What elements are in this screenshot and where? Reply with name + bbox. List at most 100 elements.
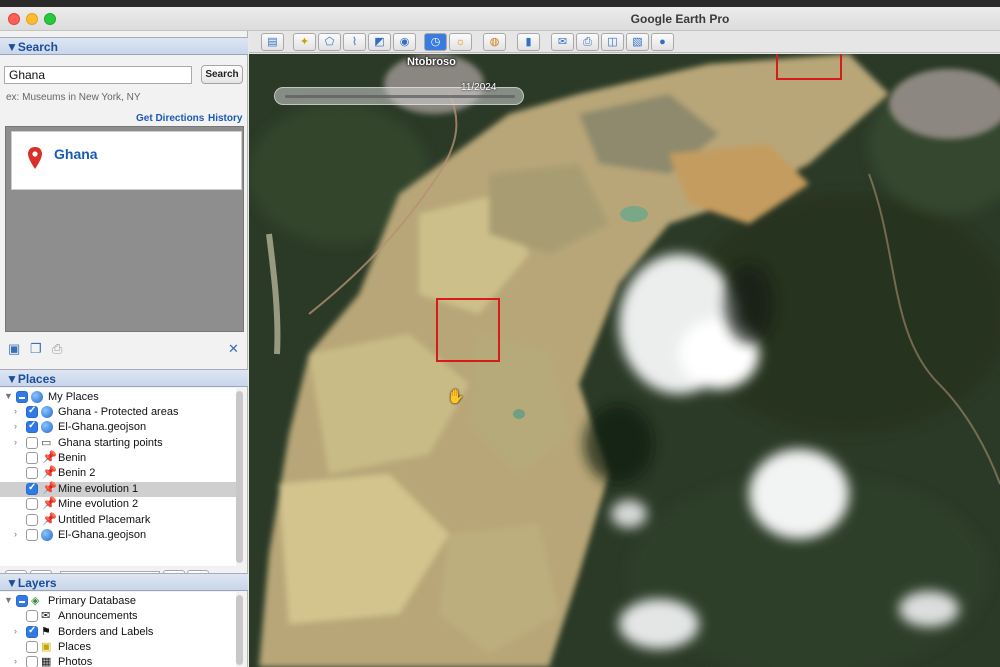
print-icon[interactable]: ⎙ xyxy=(52,341,62,357)
map-view[interactable]: Ntobroso 11/2024 ✋ xyxy=(249,54,1000,667)
red-pin-icon xyxy=(28,147,42,169)
chevron-right-icon[interactable]: › xyxy=(14,437,17,447)
checkbox[interactable] xyxy=(26,405,38,418)
search-results-pane: Ghana xyxy=(5,126,244,332)
tree-row-label: Places xyxy=(58,641,92,653)
search-result-card[interactable]: Ghana xyxy=(11,131,242,190)
checkbox[interactable] xyxy=(26,625,38,638)
title-bar: Google Earth Pro xyxy=(0,7,1000,31)
get-directions-link[interactable]: Get Directions xyxy=(136,113,204,124)
add-placemark-button[interactable]: ✦ xyxy=(293,33,316,51)
checkbox[interactable] xyxy=(26,656,38,667)
search-button[interactable]: Search xyxy=(201,65,243,84)
checkbox[interactable] xyxy=(26,610,38,622)
save-image-button[interactable]: ◫ xyxy=(601,33,624,51)
add-polygon-button[interactable]: ⬠ xyxy=(318,33,341,51)
tree-row[interactable]: › El-Ghana.geojson xyxy=(0,420,236,435)
checkbox[interactable] xyxy=(26,641,38,653)
pin-icon: 📌 xyxy=(42,481,57,495)
chevron-right-icon[interactable]: › xyxy=(14,406,17,416)
search-results-toolbar: ▣ ❐ ⎙ ✕ xyxy=(0,338,248,360)
checkbox[interactable] xyxy=(26,498,38,510)
historical-imagery-button[interactable]: ◷ xyxy=(424,33,447,51)
reference-highlight-box xyxy=(776,54,842,80)
main-toolbar: ▤ ✦ ⬠ ⌇ ◩ ◉ ◷ ☼ ◍ ▮ ✉ ⎙ ◫ ▧ ● xyxy=(249,31,1000,53)
tree-row[interactable]: › ▦ Photos xyxy=(0,655,236,667)
satellite-imagery[interactable] xyxy=(249,54,1000,667)
chevron-right-icon[interactable]: › xyxy=(14,656,17,666)
checkbox[interactable] xyxy=(26,420,38,433)
pin-icon: 📌 xyxy=(42,496,57,510)
checkbox[interactable] xyxy=(26,529,38,541)
tree-row-label: Borders and Labels xyxy=(58,626,154,638)
view-in-maps-button[interactable]: ▧ xyxy=(626,33,649,51)
time-slider-track[interactable] xyxy=(285,95,515,98)
search-hint: ex: Museums in New York, NY xyxy=(6,92,141,103)
tree-row-label: Photos xyxy=(58,656,93,667)
add-image-overlay-button[interactable]: ◩ xyxy=(368,33,391,51)
tree-row-label: My Places xyxy=(48,391,99,403)
chevron-down-icon[interactable]: ▼ xyxy=(4,595,13,605)
planets-button[interactable]: ◍ xyxy=(483,33,506,51)
tree-row[interactable]: › Ghana - Protected areas xyxy=(0,405,236,420)
chevron-right-icon[interactable]: › xyxy=(14,421,17,431)
tree-row[interactable]: 📌 Benin 2 xyxy=(0,465,236,481)
print-button[interactable]: ⎙ xyxy=(576,33,599,51)
ruler-button[interactable]: ▮ xyxy=(517,33,540,51)
tree-row-selected[interactable]: 📌 Mine evolution 1 xyxy=(0,481,236,497)
history-link[interactable]: History xyxy=(208,113,242,124)
sunlight-button[interactable]: ☼ xyxy=(449,33,472,51)
tree-row-label: Ghana - Protected areas xyxy=(58,406,179,418)
tree-row[interactable]: 📌 Benin xyxy=(0,450,236,466)
tree-row[interactable]: 📌 Untitled Placemark xyxy=(0,512,236,528)
tree-row-primary-database[interactable]: ▼ ◈ Primary Database xyxy=(0,594,236,609)
folder-icon: ▭ xyxy=(41,437,52,449)
hand-cursor-icon: ✋ xyxy=(447,388,465,404)
tree-row[interactable]: › ⚑ Borders and Labels xyxy=(0,625,236,640)
places-scrollbar[interactable] xyxy=(236,391,243,563)
search-input[interactable]: Ghana xyxy=(4,66,192,84)
tree-row-label: Benin xyxy=(58,452,87,464)
pin-icon: 📌 xyxy=(42,465,57,479)
chevron-right-icon[interactable]: › xyxy=(14,529,17,539)
checkbox[interactable] xyxy=(26,482,38,495)
globe-icon xyxy=(41,406,53,418)
checkbox[interactable] xyxy=(16,595,28,607)
chevron-down-icon[interactable]: ▼ xyxy=(4,391,13,401)
photo-icon: ▦ xyxy=(41,656,52,667)
sidebar-toggle-button[interactable]: ▤ xyxy=(261,33,284,51)
add-path-button[interactable]: ⌇ xyxy=(343,33,366,51)
layers-panel-header[interactable]: ▼Layers xyxy=(0,573,248,591)
email-button[interactable]: ✉ xyxy=(551,33,574,51)
tree-row[interactable]: › El-Ghana.geojson xyxy=(0,528,236,543)
layers-scrollbar[interactable] xyxy=(236,595,243,665)
places-panel-header[interactable]: ▼Places xyxy=(0,369,248,387)
record-tour-button[interactable]: ◉ xyxy=(393,33,416,51)
tree-row[interactable]: › ▭ Ghana starting points xyxy=(0,436,236,451)
checkbox[interactable] xyxy=(26,452,38,464)
checkbox[interactable] xyxy=(26,514,38,526)
chevron-right-icon[interactable]: › xyxy=(14,626,17,636)
places-tree: ▼ My Places › Ghana - Protected areas › … xyxy=(0,388,236,566)
tree-row-my-places[interactable]: ▼ My Places xyxy=(0,390,236,405)
layers-stack-icon: ◈ xyxy=(31,595,40,607)
window-title: Google Earth Pro xyxy=(630,12,730,26)
clear-results-icon[interactable]: ✕ xyxy=(228,341,239,357)
pin-icon: 📌 xyxy=(42,450,57,464)
tree-row[interactable]: ▣ Places xyxy=(0,640,236,655)
search-panel-header[interactable]: ▼Search xyxy=(0,37,248,55)
copy-icon[interactable]: ❐ xyxy=(30,341,42,357)
earth-gallery-button[interactable]: ● xyxy=(651,33,674,51)
tree-row[interactable]: ✉ Announcements xyxy=(0,609,236,624)
tree-row[interactable]: 📌 Mine evolution 2 xyxy=(0,496,236,512)
tree-row-label: Primary Database xyxy=(48,595,137,607)
search-result-name[interactable]: Ghana xyxy=(54,146,98,162)
globe-icon xyxy=(31,391,43,403)
time-slider-date: 11/2024 xyxy=(461,82,497,93)
checkbox[interactable] xyxy=(26,467,38,479)
add-folder-icon[interactable]: ▣ xyxy=(8,341,20,357)
places-icon: ▣ xyxy=(41,641,52,653)
checkbox[interactable] xyxy=(16,391,28,403)
checkbox[interactable] xyxy=(26,437,38,449)
sidebar: ▼Search Ghana Search ex: Museums in New … xyxy=(0,31,248,667)
